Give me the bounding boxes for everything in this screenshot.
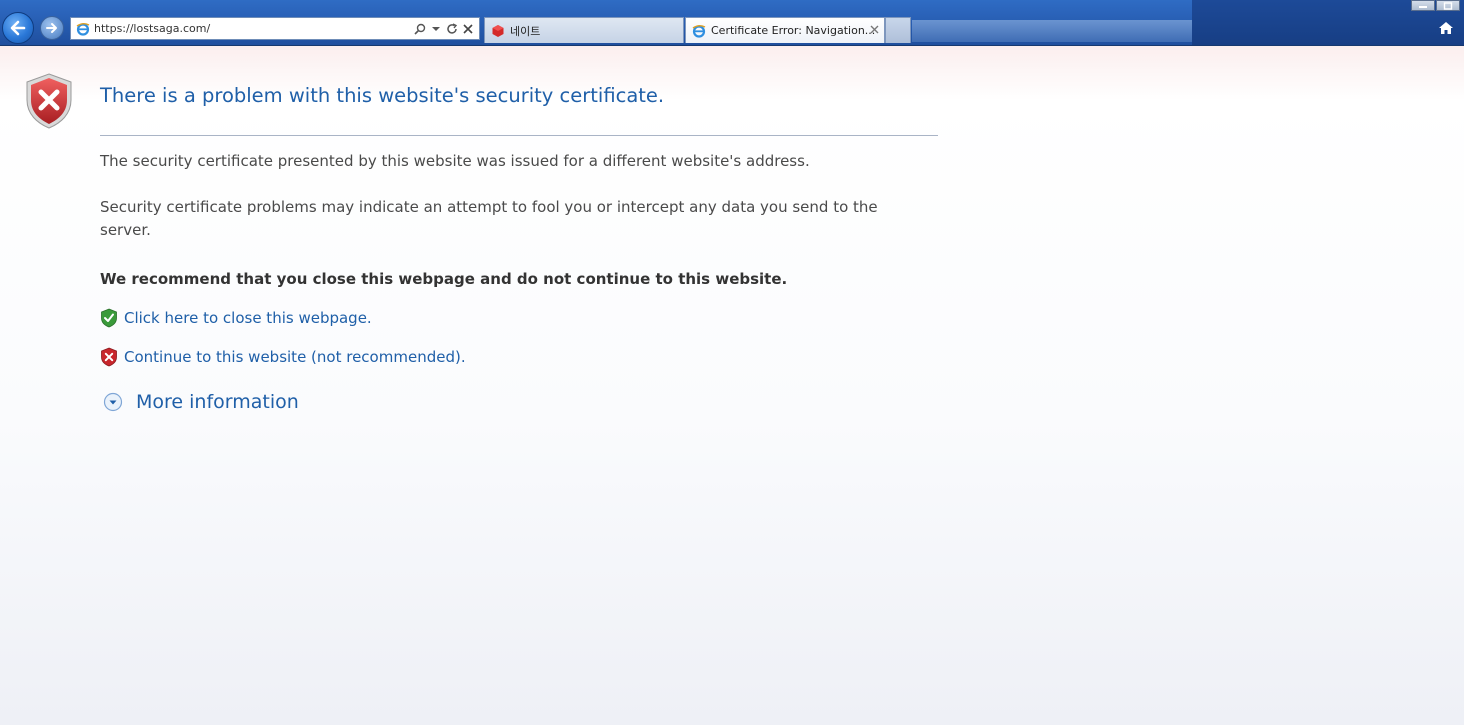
search-icon[interactable] xyxy=(414,22,426,36)
red-shield-x-icon xyxy=(101,347,117,367)
security-warning-text: Security certificate problems may indica… xyxy=(100,198,878,239)
stop-icon[interactable] xyxy=(462,22,474,36)
recommendation-text: We recommend that you close this webpage… xyxy=(100,270,788,288)
tab-certificate-error[interactable]: Certificate Error: Navigation... xyxy=(685,17,885,43)
address-bar[interactable]: https://lostsaga.com/ xyxy=(70,17,480,40)
tab-label: Certificate Error: Navigation... xyxy=(711,24,876,37)
close-webpage-link[interactable]: Click here to close this webpage. xyxy=(100,308,372,328)
address-url[interactable]: https://lostsaga.com/ xyxy=(94,22,414,35)
new-tab-button[interactable] xyxy=(885,17,911,43)
more-information-toggle[interactable]: More information xyxy=(103,391,299,413)
close-webpage-link-label[interactable]: Click here to close this webpage. xyxy=(124,309,372,327)
minimize-icon xyxy=(1419,5,1427,8)
refresh-icon[interactable] xyxy=(446,22,458,36)
ie-logo-icon xyxy=(692,24,706,38)
forward-arrow-icon xyxy=(46,23,57,33)
tab-nate[interactable]: 네이트 xyxy=(484,17,684,43)
tab-label: 네이트 xyxy=(510,24,541,38)
maximize-button[interactable] xyxy=(1436,0,1460,11)
green-shield-check-icon xyxy=(101,308,117,328)
back-arrow-icon xyxy=(10,20,26,36)
nate-favicon-icon xyxy=(492,24,504,37)
dropdown-icon[interactable] xyxy=(430,22,442,36)
minimize-button[interactable] xyxy=(1411,0,1435,11)
more-information-label[interactable]: More information xyxy=(136,391,299,413)
forward-button[interactable] xyxy=(40,16,64,40)
home-button[interactable] xyxy=(1436,18,1456,38)
close-tab-icon[interactable] xyxy=(870,23,879,37)
continue-website-link[interactable]: Continue to this website (not recommende… xyxy=(100,347,466,367)
continue-website-link-label[interactable]: Continue to this website (not recommende… xyxy=(124,348,466,366)
certificate-error-page: There is a problem with this website's s… xyxy=(0,46,1464,725)
browser-toolbar: https://lostsaga.com/ 네이트 Certificate Er… xyxy=(0,0,1464,46)
maximize-icon xyxy=(1443,1,1453,10)
home-icon xyxy=(1439,22,1453,34)
title-divider xyxy=(100,135,938,136)
ie-logo-icon xyxy=(76,22,90,36)
expand-chevron-icon xyxy=(103,392,123,412)
tab-strip-background xyxy=(912,20,1192,42)
back-button[interactable] xyxy=(2,12,34,44)
certificate-mismatch-text: The security certificate presented by th… xyxy=(100,152,810,170)
error-shield-icon xyxy=(26,73,72,129)
page-title: There is a problem with this website's s… xyxy=(100,84,665,107)
